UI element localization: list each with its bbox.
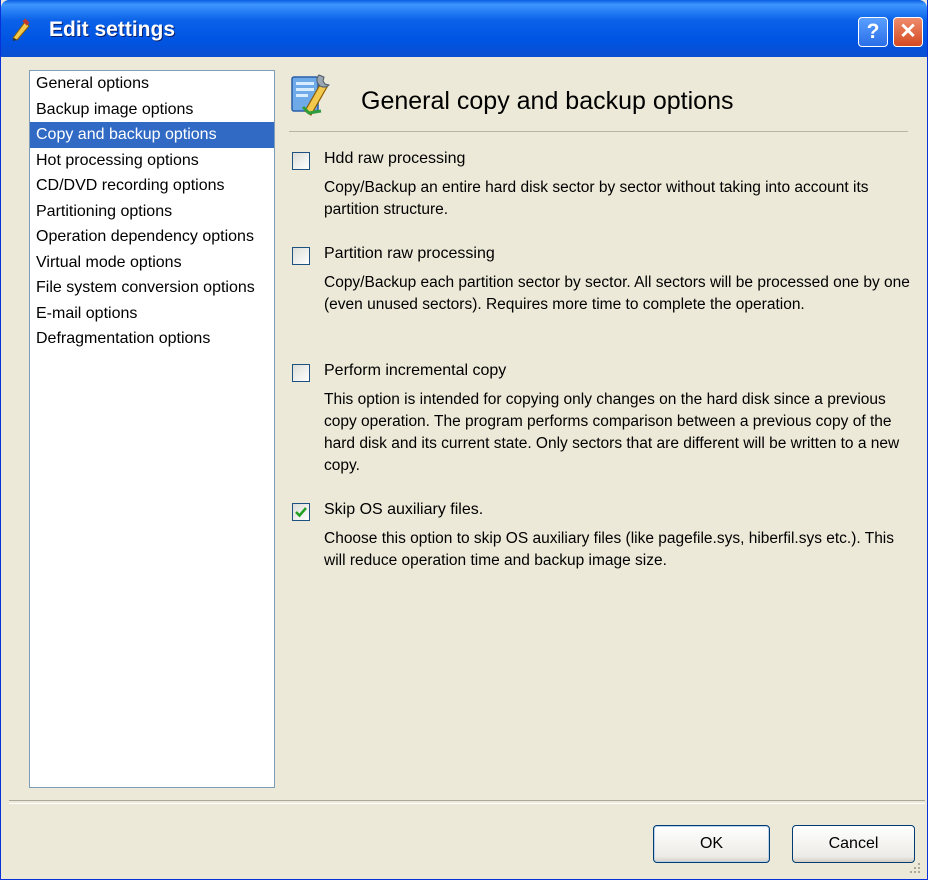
nav-item-cd-dvd-recording-options[interactable]: CD/DVD recording options <box>30 173 274 199</box>
nav-item-copy-and-backup-options[interactable]: Copy and backup options <box>30 122 274 148</box>
footer-divider <box>9 800 925 804</box>
partition-raw-processing-checkbox[interactable] <box>292 247 310 265</box>
skip-os-auxiliary-files-checkbox[interactable] <box>292 503 310 521</box>
close-button[interactable]: ✕ <box>893 17 923 47</box>
resize-grip-icon[interactable] <box>909 862 921 874</box>
hdd-raw-processing-description: Copy/Backup an entire hard disk sector b… <box>324 179 869 218</box>
skip-os-auxiliary-files-description: Choose this option to skip OS auxiliary … <box>324 530 895 569</box>
skip-os-auxiliary-files-label[interactable]: Skip OS auxiliary files. <box>324 501 483 519</box>
settings-category-list[interactable]: General options Backup image options Cop… <box>29 70 275 788</box>
ok-button[interactable]: OK <box>653 825 770 863</box>
perform-incremental-copy-checkbox[interactable] <box>292 364 310 382</box>
nav-item-file-system-conversion-options[interactable]: File system conversion options <box>30 275 274 301</box>
nav-item-email-options[interactable]: E-mail options <box>30 301 274 327</box>
nav-item-defragmentation-options[interactable]: Defragmentation options <box>30 326 274 352</box>
section-title: General copy and backup options <box>361 87 734 115</box>
nav-item-virtual-mode-options[interactable]: Virtual mode options <box>30 250 274 276</box>
checkmark-icon <box>295 507 307 518</box>
perform-incremental-copy-label[interactable]: Perform incremental copy <box>324 362 506 380</box>
nav-item-general-options[interactable]: General options <box>30 71 274 97</box>
edit-settings-window: Edit settings ? ✕ General options Backup… <box>0 0 928 880</box>
nav-item-partitioning-options[interactable]: Partitioning options <box>30 199 274 225</box>
dialog-body: General options Backup image options Cop… <box>5 57 925 876</box>
title-bar[interactable]: Edit settings ? ✕ <box>1 0 927 57</box>
nav-item-operation-dependency-options[interactable]: Operation dependency options <box>30 224 274 250</box>
hdd-raw-processing-label[interactable]: Hdd raw processing <box>324 150 465 168</box>
partition-raw-processing-label[interactable]: Partition raw processing <box>324 245 495 263</box>
settings-tools-icon <box>291 74 330 116</box>
nav-item-backup-image-options[interactable]: Backup image options <box>30 97 274 123</box>
perform-incremental-copy-description: This option is intended for copying only… <box>324 391 900 474</box>
cancel-button[interactable]: Cancel <box>792 825 915 863</box>
partition-raw-processing-description: Copy/Backup each partition sector by sec… <box>324 274 910 313</box>
section-header: General copy and backup options <box>289 67 909 131</box>
hdd-raw-processing-checkbox[interactable] <box>292 152 310 170</box>
help-button[interactable]: ? <box>858 17 888 47</box>
nav-item-hot-processing-options[interactable]: Hot processing options <box>30 148 274 174</box>
wrench-pencil-icon <box>12 18 30 41</box>
header-divider <box>289 131 908 132</box>
window-title: Edit settings <box>49 18 176 41</box>
